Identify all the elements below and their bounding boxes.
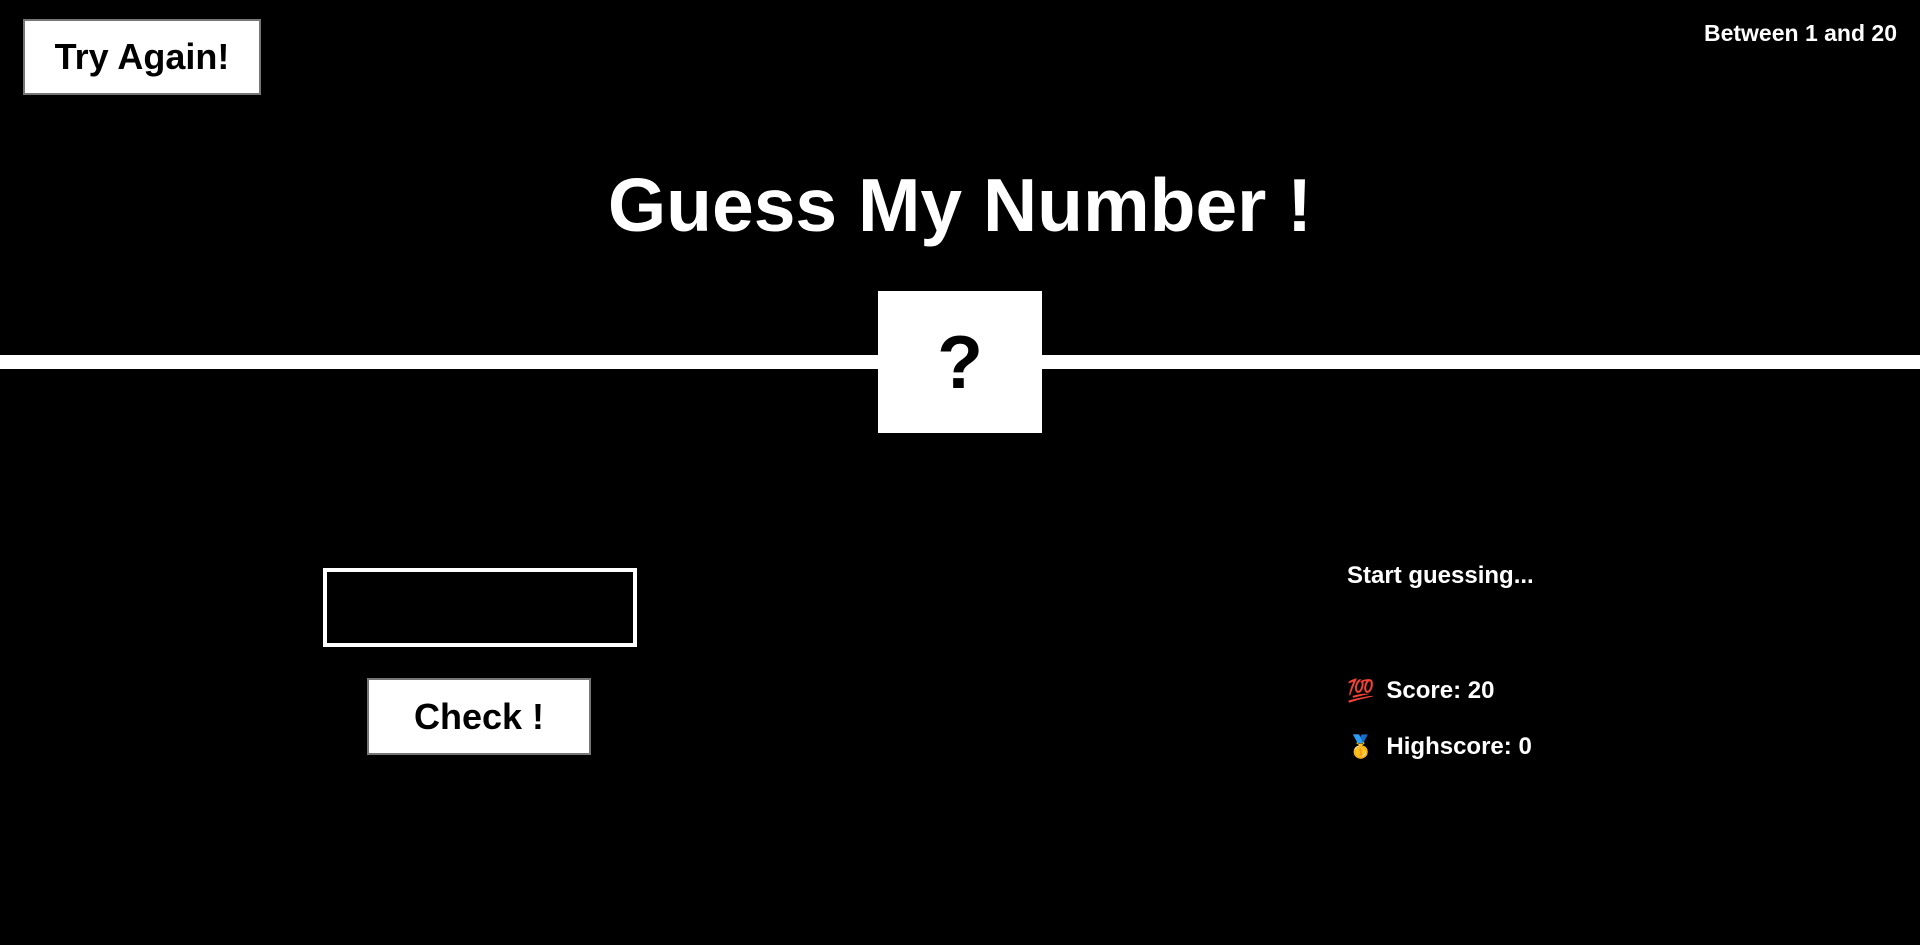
score-label: Score:	[1386, 677, 1462, 704]
highscore-row: 🥇 Highscore: 0	[1347, 733, 1532, 761]
status-message: Start guessing...	[1347, 562, 1534, 589]
game-title: Guess My Number !	[607, 163, 1313, 247]
medal-icon: 🥇	[1347, 734, 1375, 760]
hundred-points-icon: 💯	[1347, 678, 1375, 704]
try-again-button[interactable]: Try Again!	[23, 19, 261, 95]
score-row: 💯 Score: 20	[1347, 677, 1494, 705]
check-button[interactable]: Check !	[367, 678, 591, 755]
score-value: 20	[1467, 677, 1495, 704]
range-hint: Between 1 and 20	[1703, 20, 1897, 46]
secret-number-box: ?	[878, 291, 1042, 433]
game-page: Try Again! Between 1 and 20 Guess My Num…	[0, 0, 1920, 945]
highscore-value: 0	[1518, 733, 1532, 760]
highscore-label: Highscore:	[1386, 733, 1512, 760]
guess-input[interactable]	[323, 568, 637, 647]
